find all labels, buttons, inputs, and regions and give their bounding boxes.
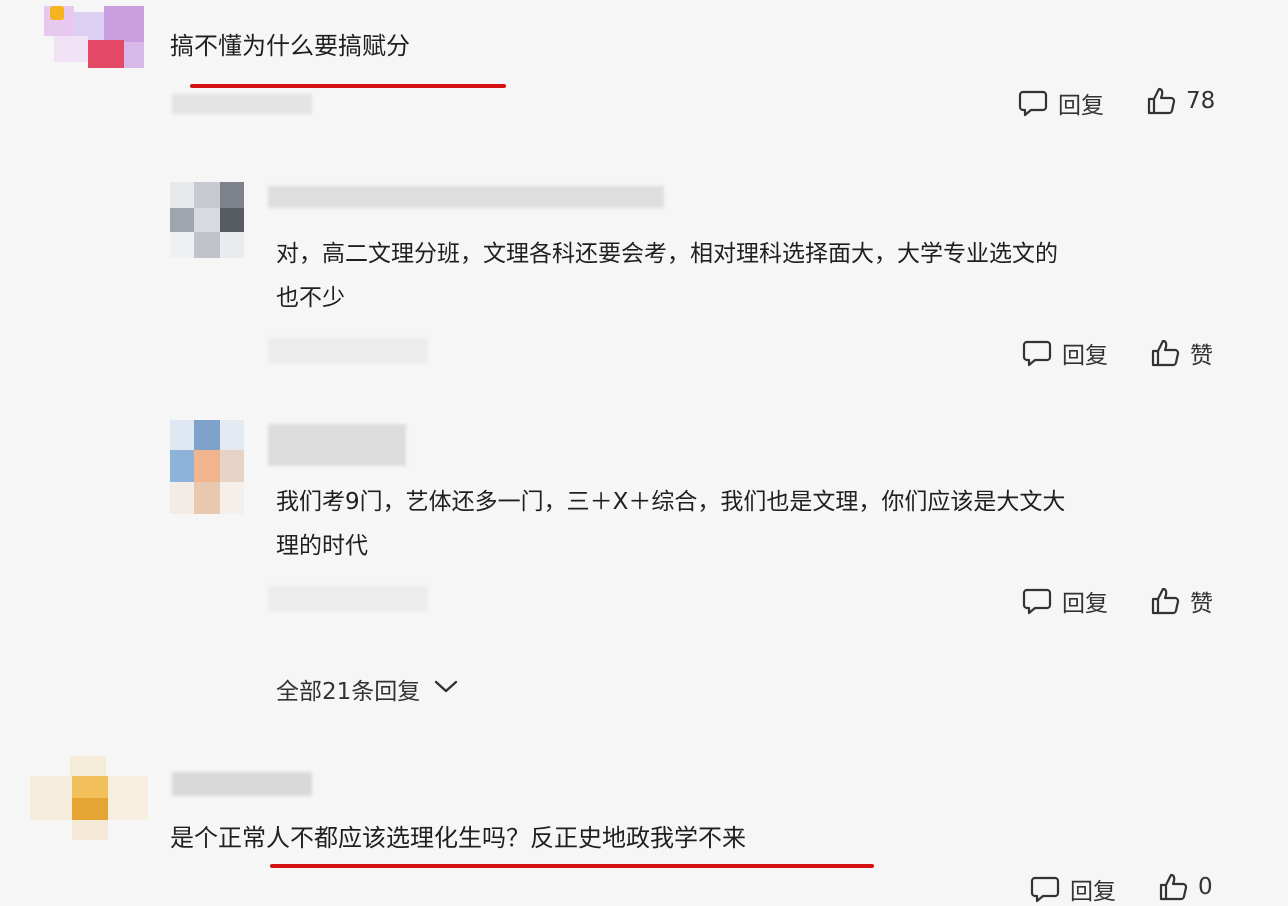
like-label: 赞 [1190,343,1213,369]
like-count: 0 [1198,874,1213,900]
like-count: 78 [1186,88,1216,114]
reply-username-blurred [268,186,664,208]
comment-text: 搞不懂为什么要搞赋分 [170,32,410,60]
red-underline [190,84,506,88]
reply-text-line: 我们考9门，艺体还多一门，三＋X＋综合，我们也是文理，你们应该是大文大 [276,489,1066,515]
comment-bubble-icon [1018,88,1048,118]
reply-text-line: 也不少 [276,285,345,311]
avatar[interactable] [170,420,244,514]
like-button[interactable]: 78 [1146,86,1215,116]
reply-text-line: 对，高二文理分班，文理各科还要会考，相对理科选择面大，大学专业选文的 [276,241,1058,267]
reply-label: 回复 [1062,343,1108,369]
comment-bubble-icon [1022,586,1052,616]
thumbs-up-icon [1146,86,1176,116]
reply-button[interactable]: 回复 [1022,584,1108,618]
comment-meta-blurred [172,94,312,114]
comment-username-blurred [172,772,312,796]
reply-label: 回复 [1062,591,1108,617]
reply-button[interactable]: 回复 [1030,872,1116,906]
thumbs-up-icon [1150,586,1180,616]
view-all-replies-button[interactable]: 全部21条回复 [276,672,460,706]
thumbs-up-icon [1150,338,1180,368]
reply-text: 我们考9门，艺体还多一门，三＋X＋综合，我们也是文理，你们应该是大文大 理的时代 [276,480,1236,568]
comment-text: 是个正常人不都应该选理化生吗？反正史地政我学不来 [170,824,746,852]
avatar[interactable] [30,756,148,840]
like-button[interactable]: 0 [1158,872,1213,902]
avatar[interactable] [170,182,244,258]
like-button[interactable]: 赞 [1150,336,1213,370]
chevron-down-icon [432,676,460,702]
reply-button[interactable]: 回复 [1018,86,1104,120]
reply-meta-blurred [268,586,428,612]
comment-bubble-icon [1030,874,1060,904]
reply-label: 回复 [1070,879,1116,905]
like-label: 赞 [1190,591,1213,617]
red-underline [270,864,874,868]
comment-bubble-icon [1022,338,1052,368]
avatar[interactable] [44,6,144,68]
reply-text: 对，高二文理分班，文理各科还要会考，相对理科选择面大，大学专业选文的 也不少 [276,232,1236,320]
like-button[interactable]: 赞 [1150,584,1213,618]
reply-text-line: 理的时代 [276,533,368,559]
thumbs-up-icon [1158,872,1188,902]
reply-meta-blurred [268,338,428,364]
reply-username-blurred [268,424,406,466]
reply-button[interactable]: 回复 [1022,336,1108,370]
reply-label: 回复 [1058,93,1104,119]
view-all-replies-label: 全部21条回复 [276,679,421,705]
